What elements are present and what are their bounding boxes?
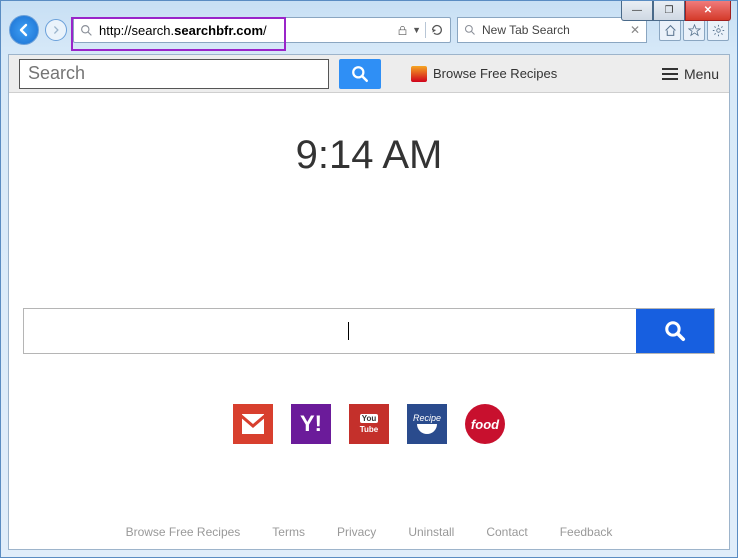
browser-tab[interactable]: New Tab Search ✕ (457, 17, 647, 43)
recipe-label: Recipe (413, 413, 441, 423)
tile-recipe[interactable]: Recipe (407, 404, 447, 444)
search-icon (80, 24, 93, 37)
search-icon (464, 24, 476, 36)
bowl-icon (416, 423, 438, 435)
home-button[interactable] (659, 19, 681, 41)
tab-title: New Tab Search (482, 23, 570, 37)
favorites-button[interactable] (683, 19, 705, 41)
browse-recipes-link[interactable]: Browse Free Recipes (411, 66, 557, 82)
lock-icon (397, 25, 408, 36)
youtube-label-top: You (360, 414, 379, 423)
footer-link-terms[interactable]: Terms (272, 525, 305, 539)
nav-back-button[interactable] (9, 15, 39, 45)
url-suffix: / (263, 23, 267, 38)
toolbar-search-box[interactable] (19, 59, 329, 89)
settings-button[interactable] (707, 19, 729, 41)
arrow-right-icon (51, 25, 61, 35)
url-host: searchbfr.com (174, 23, 263, 38)
url-prefix: http://search. (99, 23, 174, 38)
address-bar[interactable]: http://search. searchbfr.com / ▼ (73, 17, 451, 43)
browse-recipes-label: Browse Free Recipes (433, 66, 557, 81)
footer-link-uninstall[interactable]: Uninstall (408, 525, 454, 539)
tile-gmail[interactable] (233, 404, 273, 444)
gear-icon (712, 24, 725, 37)
menu-label: Menu (684, 66, 719, 82)
main-search-bar[interactable] (23, 308, 715, 354)
window-minimize-button[interactable]: — (621, 1, 653, 21)
main-search-input[interactable] (24, 309, 336, 353)
yahoo-icon: Y! (300, 411, 322, 437)
home-icon (664, 24, 677, 37)
tile-youtube[interactable]: You Tube (349, 404, 389, 444)
main-search-button[interactable] (636, 309, 714, 353)
footer-link-recipes[interactable]: Browse Free Recipes (126, 525, 241, 539)
tile-yahoo[interactable]: Y! (291, 404, 331, 444)
window-close-button[interactable]: ✕ (685, 1, 731, 21)
toolbar-search-input[interactable] (28, 63, 320, 84)
youtube-label-bot: Tube (360, 425, 379, 434)
footer-link-contact[interactable]: Contact (486, 525, 527, 539)
footer-links: Browse Free Recipes Terms Privacy Uninst… (9, 525, 729, 539)
search-icon (664, 320, 686, 342)
arrow-left-icon (16, 22, 32, 38)
url-text[interactable]: http://search. searchbfr.com / (99, 23, 267, 38)
fire-icon (411, 66, 427, 82)
window-maximize-button[interactable]: ❐ (653, 1, 685, 21)
toolbar-search-button[interactable] (339, 59, 381, 89)
menu-button[interactable]: Menu (662, 66, 719, 82)
mail-icon (239, 414, 267, 434)
search-icon (351, 65, 369, 83)
star-icon (688, 24, 701, 37)
clock-display: 9:14 AM (9, 133, 729, 178)
refresh-icon[interactable] (430, 23, 444, 37)
footer-link-feedback[interactable]: Feedback (560, 525, 613, 539)
footer-link-privacy[interactable]: Privacy (337, 525, 376, 539)
nav-forward-button[interactable] (45, 19, 67, 41)
hamburger-icon (662, 68, 678, 80)
tile-food[interactable]: food (465, 404, 505, 444)
dropdown-caret-icon[interactable]: ▼ (412, 25, 421, 35)
tab-close-button[interactable]: ✕ (630, 23, 640, 37)
food-label: food (471, 417, 499, 432)
